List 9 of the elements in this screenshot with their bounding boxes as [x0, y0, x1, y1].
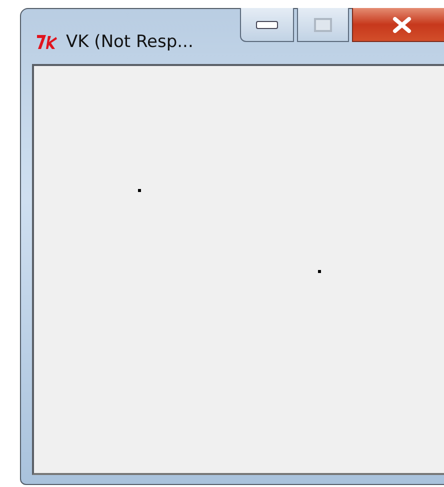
minimize-button[interactable]: [240, 8, 294, 42]
close-button[interactable]: [352, 8, 444, 42]
maximize-icon: [314, 18, 332, 32]
close-icon: [392, 16, 412, 32]
point-marker: [318, 270, 321, 273]
point-marker: [138, 189, 141, 192]
minimize-icon: [256, 20, 278, 28]
maximize-button[interactable]: [297, 8, 349, 42]
window-title: VK (Not Resp...: [66, 32, 194, 52]
